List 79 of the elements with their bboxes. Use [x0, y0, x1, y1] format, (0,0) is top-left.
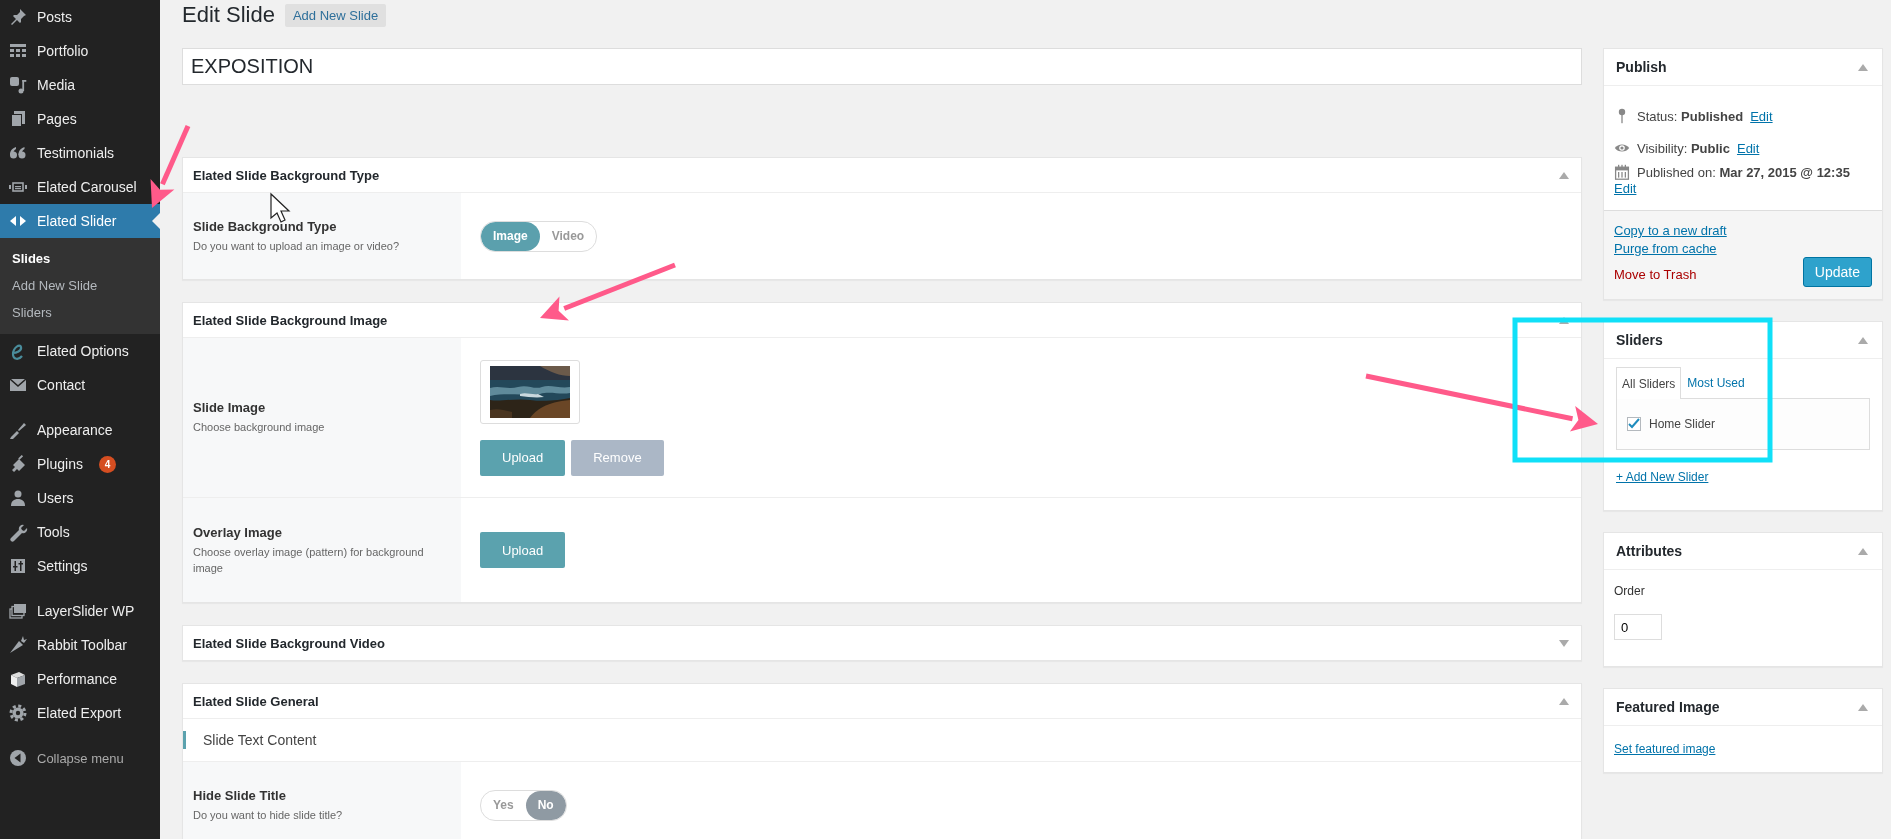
add-new-slider-link[interactable]: + Add New Slider	[1616, 470, 1709, 484]
box-title: Sliders	[1616, 332, 1663, 348]
field-label: Overlay Image	[193, 524, 283, 540]
order-field[interactable]: 0	[1614, 614, 1662, 640]
menu-item[interactable]: Testimonials	[0, 136, 160, 170]
current-pointer-icon	[152, 213, 160, 229]
set-featured-image-link[interactable]: Set featured image	[1614, 742, 1716, 756]
user-icon	[8, 488, 28, 508]
caret-icon[interactable]	[1559, 171, 1569, 179]
sliders-icon	[8, 556, 28, 576]
brush-icon	[8, 420, 28, 440]
menu-item[interactable]: Tools	[0, 515, 160, 549]
collapse-menu-button[interactable]: Collapse menu	[0, 741, 160, 775]
checkbox-label: Home Slider	[1649, 417, 1716, 431]
action-link[interactable]: Copy to a new draft	[1614, 223, 1803, 239]
order-label: Order	[1614, 584, 1646, 598]
caret-icon[interactable]	[1858, 63, 1868, 71]
cube-icon	[8, 669, 28, 689]
menu-item[interactable]: Plugins 4	[0, 447, 160, 481]
field-description: Choose overlay image (pattern) for background image	[193, 544, 425, 576]
media-icon	[8, 75, 28, 95]
box-title: Attributes	[1616, 543, 1683, 559]
field-description: Choose background image	[193, 420, 326, 435]
box-title: Publish	[1616, 59, 1667, 75]
menu-item[interactable]: Pages	[0, 102, 160, 136]
caret-icon[interactable]	[1559, 639, 1569, 647]
carrot-icon	[8, 635, 28, 655]
page-title: Edit Slide	[182, 2, 275, 28]
menu-item[interactable]: Posts	[0, 0, 160, 34]
menu-item[interactable]: Portfolio	[0, 34, 160, 68]
collapse-icon	[8, 748, 28, 768]
submenu-item[interactable]: Add New Slide	[0, 272, 160, 299]
field-label: Slide Image	[193, 400, 267, 415]
menu-item[interactable]: Elated Export	[0, 696, 160, 730]
tab[interactable]: Most Used	[1681, 367, 1751, 398]
menu-item[interactable]: Media	[0, 68, 160, 102]
menu-item[interactable]: Elated Slider	[0, 204, 160, 238]
add-new-slide-button[interactable]: Add New Slide	[284, 3, 387, 27]
menu-item[interactable]: LayerSlider WP	[0, 594, 160, 628]
menu-item[interactable]: Settings	[0, 549, 160, 583]
edit-link[interactable]: Edit	[1614, 180, 1637, 196]
caret-icon[interactable]	[1559, 697, 1569, 705]
menu-item[interactable]: Rabbit Toolbar	[0, 628, 160, 662]
field-description: Do you want to upload an image or video?	[193, 238, 401, 254]
visibility-text: Visibility: Public	[1637, 140, 1730, 156]
submenu-item[interactable]: Slides	[0, 245, 160, 272]
submenu-item[interactable]: Sliders	[0, 299, 160, 326]
title-field[interactable]: EXPOSITION	[182, 48, 1582, 85]
tab[interactable]: All Sliders	[1616, 367, 1682, 399]
move-to-trash-link[interactable]: Move to Trash	[1614, 267, 1803, 283]
caret-icon[interactable]	[1858, 703, 1868, 711]
caret-icon[interactable]	[1858, 547, 1868, 555]
section-heading: Slide Text Content	[203, 732, 317, 748]
caret-icon[interactable]	[1858, 336, 1868, 344]
box-title: Elated Slide General	[193, 693, 319, 709]
menu-item[interactable]: Elated Carousel	[0, 170, 160, 204]
status-text: Status: Published	[1637, 108, 1744, 124]
menu-item[interactable]: Users	[0, 481, 160, 515]
menu-item[interactable]: Contact	[0, 368, 160, 402]
checkbox[interactable]	[1627, 417, 1641, 431]
box-title: Elated Slide Background Video	[193, 635, 385, 651]
menu-item[interactable]: Elated Options	[0, 334, 160, 368]
wrench-icon	[8, 522, 28, 542]
field-label: Slide Background Type	[193, 218, 338, 234]
date-text: Published on: Mar 27, 2015 @ 12:35	[1637, 164, 1850, 180]
calendar-icon	[1614, 164, 1630, 181]
menu-item[interactable]: Performance	[0, 662, 160, 696]
layers-icon	[8, 601, 28, 621]
box-title: Elated Slide Background Type	[193, 167, 380, 183]
edit-link[interactable]: Edit	[1736, 140, 1760, 156]
menu-item[interactable]: Appearance	[0, 413, 160, 447]
box-title: Featured Image	[1616, 699, 1720, 715]
edit-link[interactable]: Edit	[1750, 108, 1773, 124]
box-title: Elated Slide Background Image	[193, 312, 388, 328]
field-description: Do you want to hide slide title?	[193, 807, 344, 823]
action-link[interactable]: Purge from cache	[1614, 241, 1803, 257]
count-badge: 4	[98, 455, 116, 473]
gear-icon	[8, 703, 28, 723]
field-label: Hide Slide Title	[193, 787, 287, 803]
